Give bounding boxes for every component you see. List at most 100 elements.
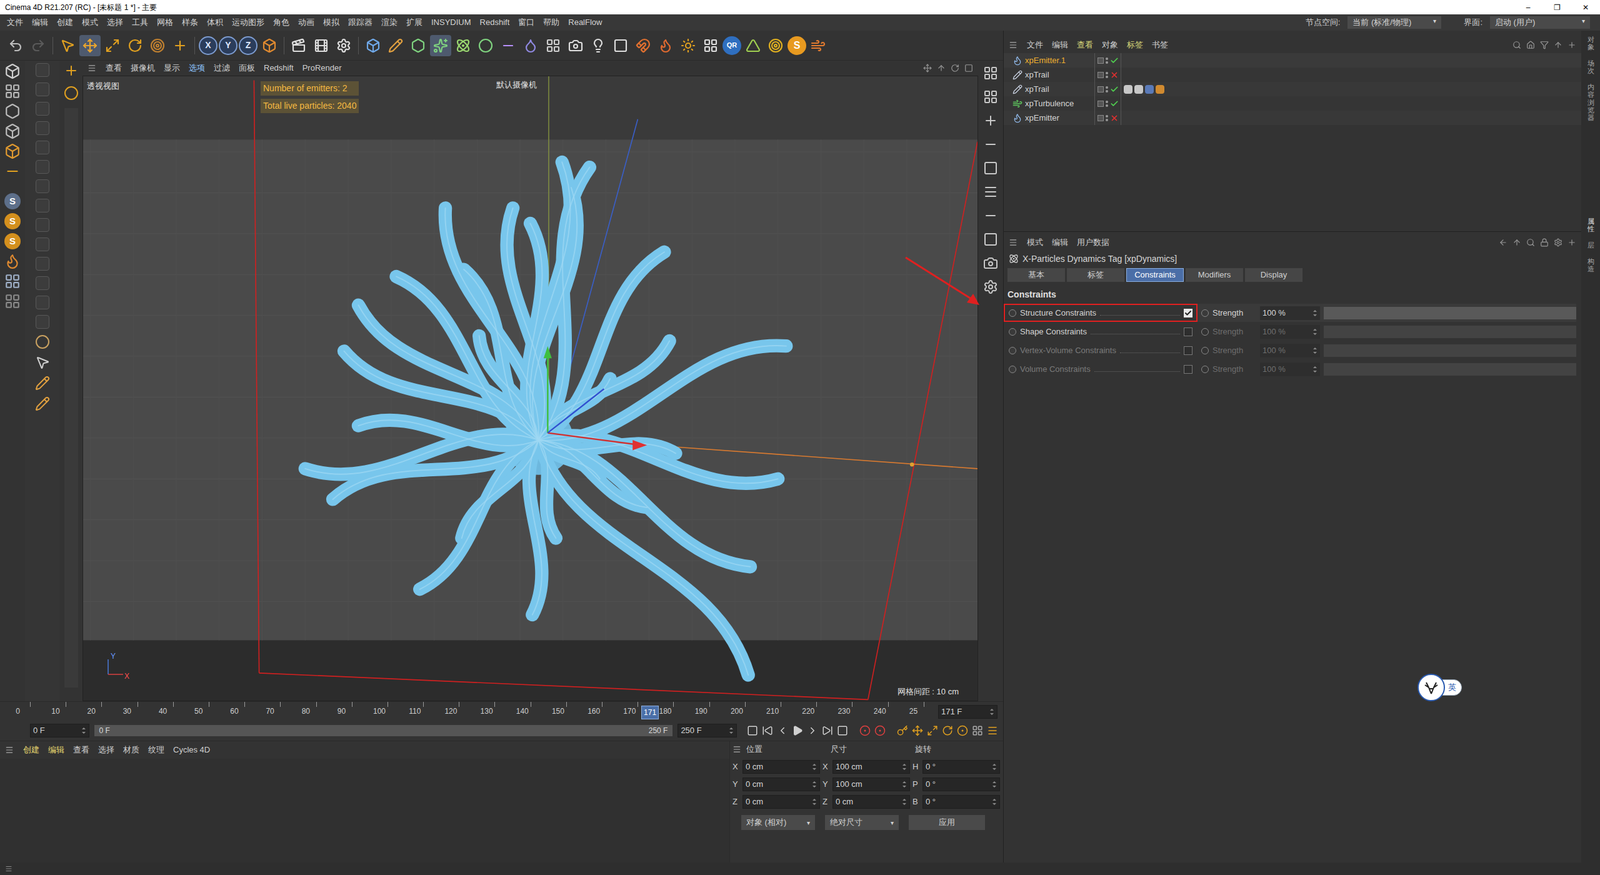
texture-icon[interactable] [4, 83, 21, 100]
tool-icon[interactable] [35, 179, 50, 194]
dolly-icon[interactable] [936, 63, 946, 73]
back-icon[interactable] [1498, 238, 1508, 247]
field-button[interactable] [475, 35, 497, 57]
bars-icon[interactable] [983, 208, 999, 224]
object-menu-item[interactable]: 书签 [1147, 38, 1173, 52]
keyframe-icon[interactable] [896, 725, 909, 737]
brush-icon[interactable] [35, 375, 50, 391]
redshift-button[interactable]: S [4, 193, 21, 210]
menu-item[interactable]: 文件 [2, 16, 28, 29]
material-area[interactable] [0, 758, 730, 863]
enabled-icon[interactable] [1110, 85, 1119, 94]
s-button[interactable]: S [787, 36, 807, 55]
spinner-icon[interactable] [1312, 365, 1318, 374]
particle-button[interactable] [677, 35, 699, 57]
playhead[interactable]: 171 [641, 705, 659, 720]
spinner-icon[interactable] [991, 797, 997, 807]
menu-item[interactable]: 渲染 [376, 16, 402, 29]
material-menu-item[interactable]: 创建 [18, 743, 44, 757]
key-rot-icon[interactable] [941, 725, 954, 737]
tag-icon[interactable] [1134, 85, 1144, 94]
sculpt-icon[interactable] [35, 396, 50, 412]
redshift-button[interactable]: S [4, 213, 21, 230]
redo-button[interactable] [27, 35, 49, 57]
viewport-menu-item[interactable]: 过滤 [209, 61, 235, 75]
record-icon[interactable] [859, 725, 871, 737]
picture-viewer-button[interactable] [610, 35, 632, 57]
menu-item[interactable]: RealFlow [563, 16, 607, 29]
settings-icon[interactable] [1553, 238, 1563, 247]
object-row[interactable]: xpTrail [1003, 81, 1582, 97]
strength-field[interactable]: 100 % [1260, 325, 1320, 339]
menu-item[interactable]: 帮助 [538, 16, 564, 29]
up-icon[interactable] [1553, 40, 1563, 50]
spinner-icon[interactable] [991, 762, 997, 772]
target-button[interactable] [765, 35, 787, 57]
material-menu-item[interactable]: Cycles 4D [168, 743, 215, 757]
spinner-icon[interactable] [81, 726, 87, 735]
node-space-select[interactable]: 当前 (标准/物理)▾ [1347, 16, 1442, 29]
spinner-icon[interactable] [1312, 308, 1318, 318]
menu-item[interactable]: 动画 [293, 16, 319, 29]
attribute-tab[interactable]: 基本 [1007, 268, 1065, 282]
spinner-icon[interactable] [811, 780, 817, 789]
animate-radio[interactable] [1008, 328, 1017, 336]
position-field[interactable]: 0 cm [742, 760, 820, 774]
strength-field[interactable]: 100 % [1260, 343, 1320, 358]
menu-item[interactable]: 模式 [77, 16, 103, 29]
first-frame-icon[interactable] [746, 725, 759, 737]
menu-item[interactable]: INSYDIUM [426, 16, 476, 29]
workplane-lock-icon[interactable] [4, 293, 21, 310]
visibility-dots[interactable] [1105, 100, 1109, 107]
plugin-button[interactable] [742, 35, 764, 57]
visibility-dots[interactable] [1105, 71, 1109, 79]
object-row[interactable]: xpTrail [1003, 67, 1582, 82]
menu-item[interactable]: Redshift [475, 16, 515, 29]
tag-icon[interactable] [1145, 85, 1154, 94]
strength-radio[interactable] [1201, 328, 1209, 336]
camera-view-icon[interactable] [983, 255, 999, 271]
attribute-menu-item[interactable]: 用户数据 [1072, 236, 1114, 249]
side-tab[interactable]: 内容浏览器 [1587, 83, 1595, 121]
strength-slider[interactable] [1323, 344, 1577, 357]
menu-item[interactable]: 选择 [102, 16, 128, 29]
coord-mode-select[interactable]: 对象 (相对)▾ [741, 815, 815, 830]
orbit-icon[interactable] [950, 63, 960, 73]
spinner-icon[interactable] [811, 797, 817, 807]
layer-box[interactable] [1097, 115, 1104, 122]
maximize-view-icon[interactable] [964, 63, 974, 73]
window-control[interactable]: ❐ [1542, 0, 1572, 15]
tool-icon[interactable] [35, 101, 50, 116]
position-field[interactable]: 0 cm [742, 795, 820, 809]
constraint-checkbox[interactable] [1183, 327, 1193, 337]
side-tab[interactable]: 属性 [1587, 217, 1595, 233]
tool-icon[interactable] [35, 218, 50, 232]
polygons-icon[interactable] [4, 143, 21, 160]
layer-box[interactable] [1097, 57, 1104, 64]
animate-radio[interactable] [1008, 365, 1017, 374]
floor-button[interactable] [542, 35, 564, 57]
tool-icon[interactable] [35, 82, 50, 97]
viewport-menu-item[interactable]: 面板 [234, 61, 260, 75]
split-h-icon[interactable] [983, 136, 999, 152]
tool-icon[interactable] [35, 276, 50, 290]
strength-field[interactable]: 100 % [1260, 306, 1320, 320]
menu-item[interactable]: 扩展 [401, 16, 427, 29]
move-button[interactable] [79, 35, 101, 57]
recent-tool-button[interactable] [146, 35, 169, 57]
tool-icon[interactable] [35, 256, 50, 271]
new-window-icon[interactable] [1567, 238, 1577, 247]
menu-item[interactable]: 模拟 [318, 16, 344, 29]
viewport-menu-item[interactable]: 显示 [159, 61, 185, 75]
rotate-tool-icon[interactable] [63, 85, 79, 101]
animate-radio[interactable] [1008, 309, 1017, 317]
disabled-icon[interactable] [1110, 70, 1119, 80]
visibility-dots[interactable] [1105, 86, 1109, 93]
viewport-menu-item[interactable]: Redshift [259, 61, 299, 75]
spinner-icon[interactable] [901, 780, 907, 789]
object-menu-item[interactable]: 文件 [1022, 38, 1048, 52]
attribute-tab[interactable]: Modifiers [1185, 268, 1244, 282]
key-pla-icon[interactable] [971, 725, 984, 737]
menu-item[interactable]: 运动图形 [227, 16, 269, 29]
axis-button[interactable]: Z [238, 36, 258, 55]
